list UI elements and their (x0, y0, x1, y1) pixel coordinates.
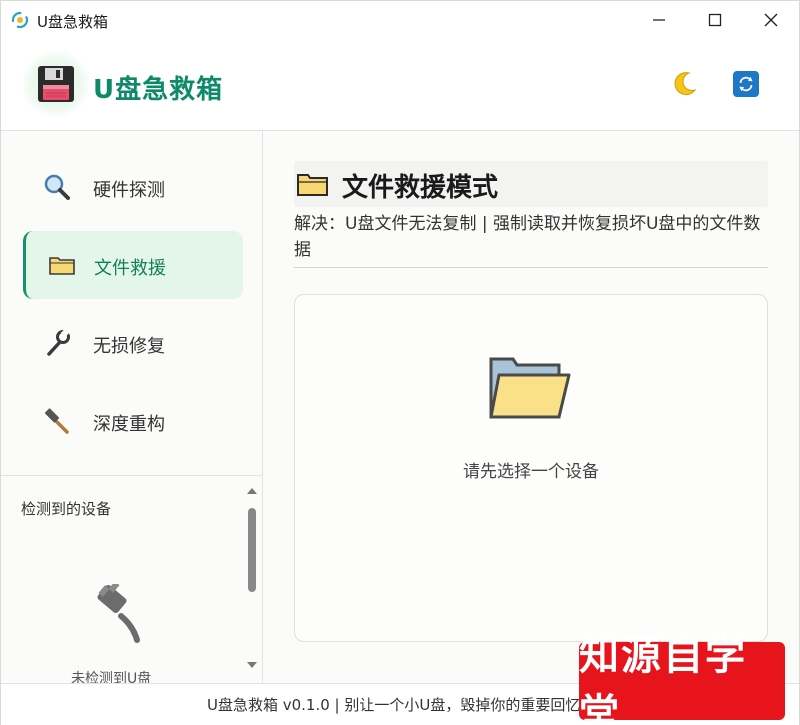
close-icon (764, 13, 778, 27)
main-content: 文件救援模式 解决：U盘文件无法复制 | 强制读取并恢复损坏U盘中的文件数据 请… (264, 131, 799, 683)
app-header: U盘急救箱 (1, 39, 799, 131)
minimize-icon (653, 19, 665, 21)
sidebar-item-lossless-repair[interactable]: 无损修复 (23, 309, 243, 377)
select-device-hint: 请先选择一个设备 (463, 462, 599, 482)
magnifier-icon (44, 174, 70, 200)
close-button[interactable] (743, 1, 799, 39)
watermark-text: 知源自学堂 (579, 633, 747, 725)
device-content-panel: 请先选择一个设备 (294, 294, 768, 642)
app-name: U盘急救箱 (93, 75, 224, 105)
page-description: 解决：U盘文件无法复制 | 强制读取并恢复损坏U盘中的文件数据 (294, 211, 768, 268)
scroll-thumb[interactable] (248, 508, 256, 592)
sidebar-item-label: 硬件探测 (93, 180, 165, 201)
title-bar: U盘急救箱 (1, 1, 799, 39)
page-title: 文件救援模式 (294, 161, 768, 207)
refresh-icon (739, 76, 753, 92)
sidebar-item-deep-rebuild[interactable]: 深度重构 (23, 387, 243, 455)
scroll-up-icon[interactable] (245, 486, 259, 496)
page-title-text: 文件救援模式 (342, 173, 499, 203)
app-window: U盘急救箱 U盘急救箱 硬件探测 文件救援 无损修复 深度重构 检测到的设备 未… (0, 0, 800, 725)
device-list-section: 检测到的设备 未检测到U盘 (1, 475, 262, 687)
sidebar-item-label: 文件救援 (94, 258, 166, 279)
folder-icon (297, 174, 328, 196)
maximize-button[interactable] (687, 1, 743, 39)
moon-icon[interactable] (669, 69, 699, 99)
minimize-button[interactable] (631, 1, 687, 39)
maximize-icon (708, 13, 722, 27)
device-list-title: 检测到的设备 (21, 500, 112, 518)
app-logo (23, 51, 89, 117)
sidebar-item-file-rescue[interactable]: 文件救援 (23, 231, 243, 299)
scroll-down-icon[interactable] (245, 660, 259, 670)
sidebar-item-hardware-detect[interactable]: 硬件探测 (23, 153, 243, 221)
wrench-icon (47, 329, 70, 356)
plug-icon (97, 584, 140, 643)
sidebar-item-label: 深度重构 (93, 414, 165, 435)
folder-icon (49, 257, 75, 275)
watermark-badge: 知源自学堂 (579, 633, 785, 725)
device-list-scrollbar[interactable] (245, 486, 259, 672)
floppy-disk-icon (38, 66, 74, 102)
sidebar: 硬件探测 文件救援 无损修复 深度重构 检测到的设备 未检测到U盘 (1, 131, 263, 687)
footer-text: U盘急救箱 v0.1.0 | 别让一个小U盘，毁掉你的重要回忆 (207, 696, 581, 714)
refresh-button[interactable] (733, 71, 759, 97)
hammer-icon (44, 408, 69, 434)
open-folder-icon (489, 357, 571, 419)
app-logo-icon (11, 11, 29, 29)
sidebar-item-label: 无损修复 (93, 336, 165, 357)
window-title: U盘急救箱 (37, 13, 108, 31)
